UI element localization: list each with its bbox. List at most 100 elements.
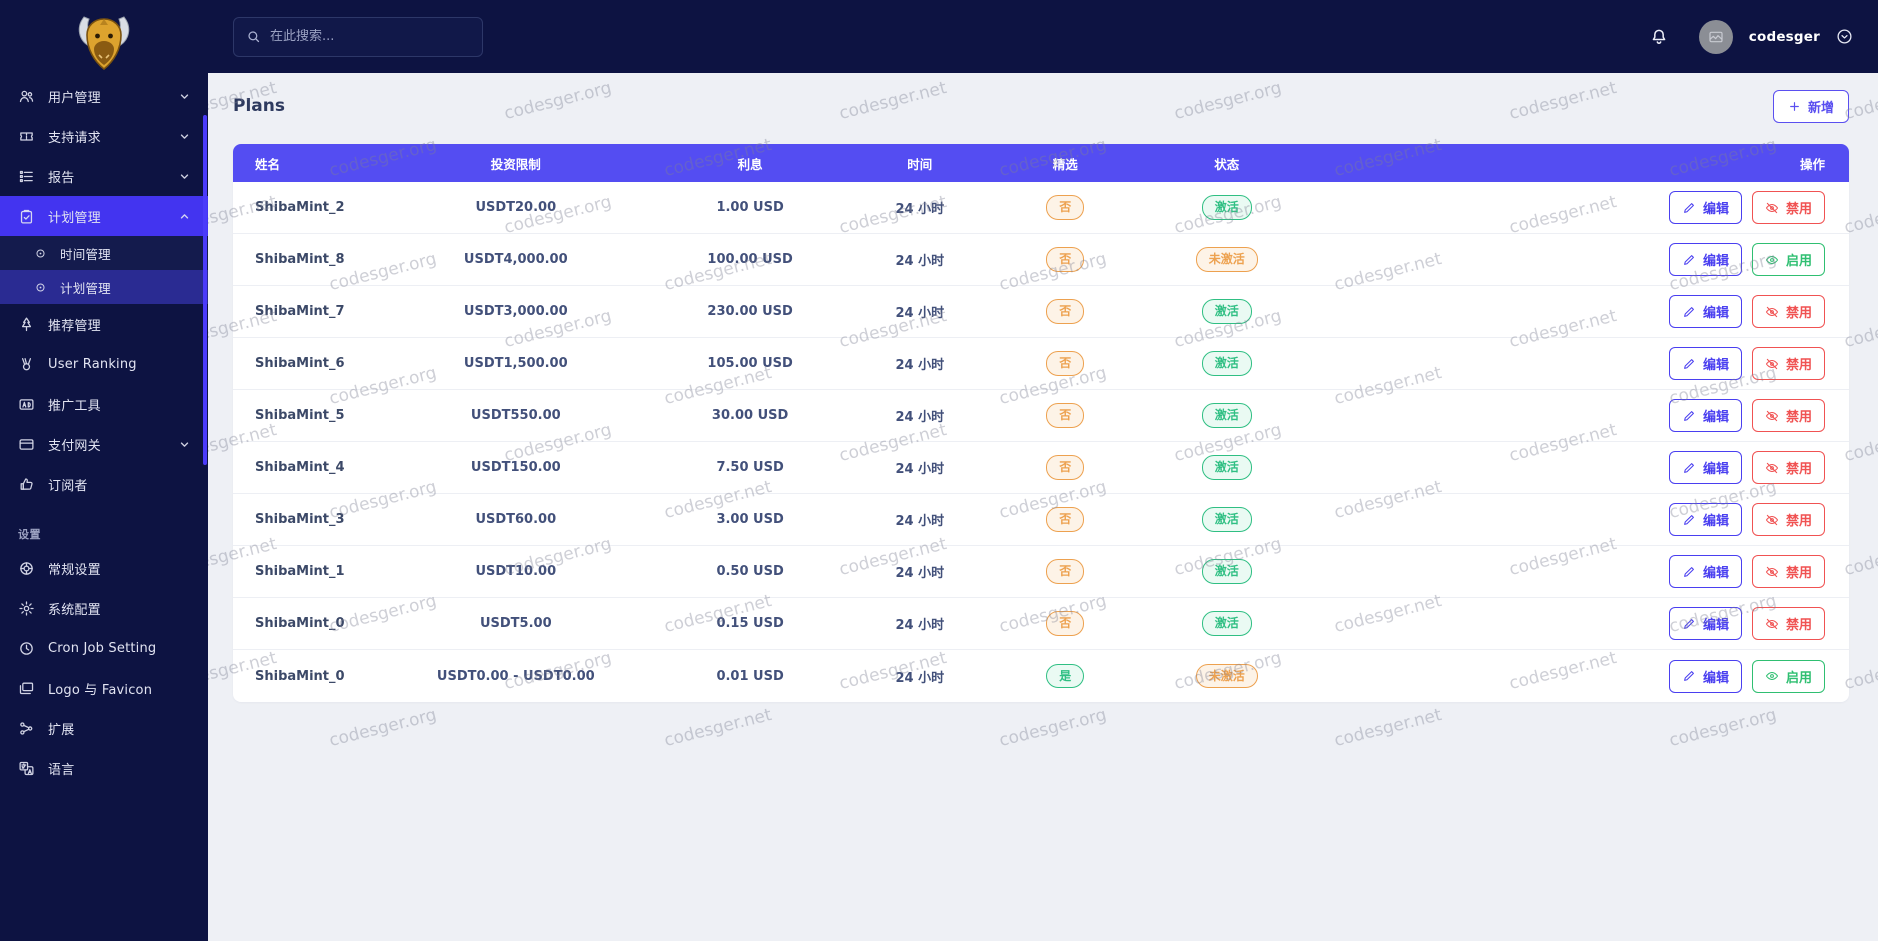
add-plan-button[interactable]: 新增 [1772,89,1849,123]
eye-slash-icon [1765,565,1779,579]
toggle-status-button[interactable]: 禁用 [1751,191,1825,224]
sidebar-item-label: 支持请求 [48,130,101,146]
toggle-status-button[interactable]: 禁用 [1751,295,1825,328]
search-input[interactable] [270,29,450,44]
table-row: ShibaMint_4 USDT150.00 7.50 USD 24 小时 否 … [233,442,1849,494]
chevron-up-icon [179,211,190,222]
clipboard-icon [18,208,35,225]
edit-button[interactable]: 编辑 [1668,191,1742,224]
edit-button[interactable]: 编辑 [1668,555,1742,588]
sidebar-item-label: 常规设置 [48,562,101,578]
interest-cell: 30.00 USD [711,408,789,423]
table-body: ShibaMint_2 USDT20.00 1.00 USD 24 小时 否 激… [233,182,1849,702]
investment-limit-cell: USDT20.00 [475,200,557,215]
sidebar-item-2[interactable]: 报告 [0,156,208,196]
toggle-status-button-label: 禁用 [1785,566,1812,581]
sidebar-scrollbar[interactable] [203,115,207,465]
users-icon [18,88,35,105]
ad-icon [18,396,35,413]
featured-cell: 否 [993,299,1138,324]
featured-badge: 否 [1046,351,1085,376]
toggle-status-button[interactable]: 禁用 [1751,399,1825,432]
table-row: ShibaMint_0 USDT0.00 - USDT0.00 0.01 USD… [233,650,1849,702]
status-cell: 激活 [1138,611,1316,636]
status-badge: 激活 [1201,611,1252,636]
edit-button[interactable]: 编辑 [1668,295,1742,328]
sidebar-item-17[interactable]: 语言 [0,748,208,788]
status-cell: 未激活 [1138,663,1316,689]
toggle-status-button[interactable]: 启用 [1751,243,1825,276]
edit-button-label: 编辑 [1702,202,1729,217]
toggle-status-button-label: 禁用 [1785,410,1812,425]
brand-logo[interactable] [0,0,208,88]
edit-button[interactable]: 编辑 [1668,399,1742,432]
edit-button[interactable]: 编辑 [1668,451,1742,484]
edit-button[interactable]: 编辑 [1668,243,1742,276]
pencil-icon [1682,669,1696,683]
featured-cell: 否 [993,247,1138,272]
sidebar-item-8[interactable]: 推广工具 [0,384,208,424]
notifications-bell-icon[interactable] [1649,27,1669,47]
plan-name-cell: ShibaMint_0 [255,668,345,684]
status-badge: 激活 [1201,403,1252,428]
edit-button[interactable]: 编辑 [1668,347,1742,380]
sidebar-item-12[interactable]: 常规设置 [0,548,208,588]
toggle-status-button[interactable]: 禁用 [1751,607,1825,640]
sidebar-item-15[interactable]: Logo 与 Favicon [0,668,208,708]
time-cell: 24 小时 [895,306,945,321]
edit-button-label: 编辑 [1702,410,1729,425]
search-box[interactable] [233,16,483,57]
circle-dot-icon [34,281,47,294]
plus-icon [1788,100,1801,113]
toggle-status-button-label: 启用 [1785,254,1812,269]
actions-cell: 编辑 启用 [1316,659,1849,693]
edit-button[interactable]: 编辑 [1668,607,1742,640]
interest-cell: 1.00 USD [716,200,784,215]
column-header: 投资限制 [490,156,541,172]
interest-cell: 0.15 USD [716,616,784,631]
edit-button-label: 编辑 [1702,254,1729,269]
sidebar-item-label: 系统配置 [48,602,101,618]
sidebar-item-label: 用户管理 [48,90,101,106]
pencil-icon [1682,409,1696,423]
plan-name-cell: ShibaMint_2 [255,200,345,215]
investment-limit-cell: USDT5.00 [479,616,552,631]
sidebar-item-3[interactable]: 计划管理 [0,196,208,236]
plan-name-cell: ShibaMint_8 [255,252,345,267]
sidebar-item-1[interactable]: 支持请求 [0,116,208,156]
sidebar-item-label: 支付网关 [48,438,101,454]
interest-cell: 7.50 USD [716,460,784,475]
edit-button[interactable]: 编辑 [1668,503,1742,536]
sidebar-item-0[interactable]: 用户管理 [0,88,208,116]
status-cell: 激活 [1138,403,1316,428]
table-row: ShibaMint_8 USDT4,000.00 100.00 USD 24 小… [233,234,1849,286]
sidebar: 用户管理 支持请求 报告 计划管理 时间管理 计划管理 推荐管理 User Ra… [0,0,208,941]
featured-cell: 否 [993,455,1138,480]
pencil-icon [1682,305,1696,319]
sidebar-item-10[interactable]: 订阅者 [0,464,208,504]
sidebar-item-14[interactable]: Cron Job Setting [0,628,208,668]
status-badge: 未激活 [1195,663,1258,689]
toggle-status-button[interactable]: 禁用 [1751,347,1825,380]
card-icon [18,436,35,453]
sidebar-item-6[interactable]: 推荐管理 [0,304,208,344]
toggle-status-button[interactable]: 启用 [1751,659,1825,693]
sidebar-item-9[interactable]: 支付网关 [0,424,208,464]
time-cell: 24 小时 [895,670,945,686]
sidebar-item-4[interactable]: 时间管理 [0,236,208,270]
edit-button[interactable]: 编辑 [1668,659,1742,693]
sidebar-item-5[interactable]: 计划管理 [0,270,208,304]
sidebar-item-7[interactable]: User Ranking [0,344,208,384]
status-cell: 激活 [1138,195,1316,220]
toggle-status-button[interactable]: 禁用 [1751,555,1825,588]
time-cell: 24 小时 [895,254,945,269]
toggle-status-button[interactable]: 禁用 [1751,451,1825,484]
content-area: Plans 新增 姓名 投资限制 利息 时间 精选 状态 操作 ShibaMint_2 US… [208,73,1878,941]
watermark-text: codesger.net [662,705,774,751]
toggle-status-button[interactable]: 禁用 [1751,503,1825,536]
sidebar-item-13[interactable]: 系统配置 [0,588,208,628]
user-avatar[interactable] [1698,19,1733,54]
pencil-icon [1682,201,1696,215]
sidebar-item-16[interactable]: 扩展 [0,708,208,748]
user-menu-chevron-icon[interactable] [1836,28,1853,45]
